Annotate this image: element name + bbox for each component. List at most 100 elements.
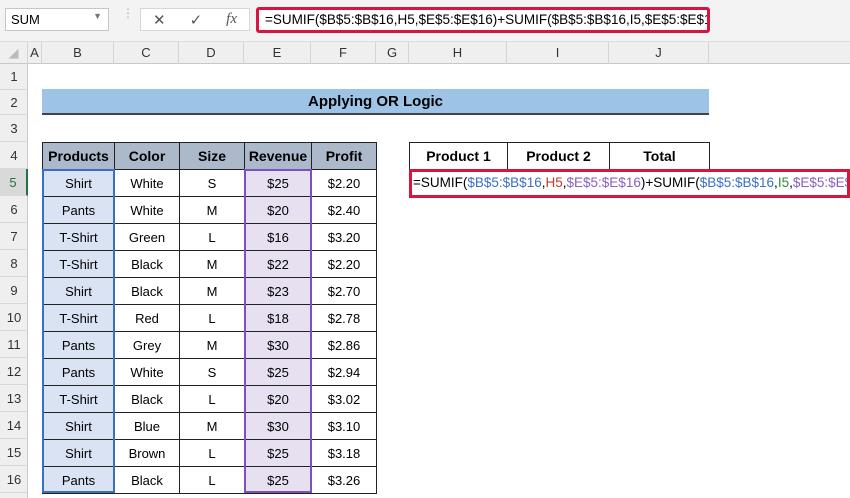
row-header-10[interactable]: 10 bbox=[0, 304, 28, 331]
column-header-I[interactable]: I bbox=[507, 42, 609, 64]
row-header-9[interactable]: 9 bbox=[0, 277, 28, 304]
column-header-H[interactable]: H bbox=[409, 42, 507, 64]
table-cell[interactable]: $2.20 bbox=[311, 169, 377, 197]
table-cell[interactable]: M bbox=[179, 250, 245, 278]
row-header-14[interactable]: 14 bbox=[0, 412, 28, 439]
insert-function-icon[interactable]: fx bbox=[226, 11, 237, 28]
table-cell[interactable]: $18 bbox=[244, 304, 312, 332]
table-cell[interactable]: Pants bbox=[42, 196, 115, 224]
table-cell[interactable]: $25 bbox=[244, 439, 312, 467]
table-cell[interactable]: $3.10 bbox=[311, 412, 377, 440]
table-cell[interactable]: T-Shirt bbox=[42, 385, 115, 413]
table-cell[interactable]: L bbox=[179, 439, 245, 467]
table-cell[interactable]: $25 bbox=[244, 358, 312, 386]
table-cell[interactable]: $2.78 bbox=[311, 304, 377, 332]
criteria-header: Product 2 bbox=[507, 142, 610, 170]
column-header-B[interactable]: B bbox=[42, 42, 114, 64]
table-header: Size bbox=[179, 142, 245, 170]
table-cell[interactable]: T-Shirt bbox=[42, 223, 115, 251]
table-cell[interactable]: $2.40 bbox=[311, 196, 377, 224]
column-header-F[interactable]: F bbox=[311, 42, 376, 64]
table-cell[interactable]: $3.20 bbox=[311, 223, 377, 251]
table-cell[interactable]: M bbox=[179, 412, 245, 440]
row-header-11[interactable]: 11 bbox=[0, 331, 28, 358]
row-header-2[interactable]: 2 bbox=[0, 90, 28, 115]
table-cell[interactable]: $25 bbox=[244, 169, 312, 197]
chevron-down-icon[interactable]: ▼ bbox=[93, 11, 102, 21]
table-cell[interactable]: White bbox=[114, 196, 180, 224]
cancel-icon[interactable]: ✕ bbox=[153, 11, 166, 29]
table-cell[interactable]: $30 bbox=[244, 331, 312, 359]
table-cell[interactable]: $22 bbox=[244, 250, 312, 278]
table-cell[interactable]: Pants bbox=[42, 358, 115, 386]
table-cell[interactable]: L bbox=[179, 385, 245, 413]
row-header-16[interactable]: 16 bbox=[0, 466, 28, 493]
table-cell[interactable]: S bbox=[179, 358, 245, 386]
row-header-8[interactable]: 8 bbox=[0, 250, 28, 277]
table-cell[interactable]: Shirt bbox=[42, 439, 115, 467]
table-cell[interactable]: $20 bbox=[244, 196, 312, 224]
table-cell[interactable]: $3.18 bbox=[311, 439, 377, 467]
row-header-1[interactable]: 1 bbox=[0, 64, 28, 90]
column-header-C[interactable]: C bbox=[114, 42, 179, 64]
row-header-13[interactable]: 13 bbox=[0, 385, 28, 412]
table-cell[interactable]: $2.86 bbox=[311, 331, 377, 359]
row-header-3[interactable]: 3 bbox=[0, 115, 28, 142]
table-cell[interactable]: L bbox=[179, 304, 245, 332]
table-cell[interactable]: Black bbox=[114, 250, 180, 278]
table-cell[interactable]: $3.26 bbox=[311, 466, 377, 494]
table-cell[interactable]: L bbox=[179, 466, 245, 494]
table-cell[interactable]: M bbox=[179, 196, 245, 224]
column-header-A[interactable]: A bbox=[28, 42, 42, 64]
column-header-J[interactable]: J bbox=[609, 42, 709, 64]
select-all-corner[interactable]: ◢ bbox=[0, 42, 28, 64]
table-cell[interactable]: Black bbox=[114, 385, 180, 413]
table-cell[interactable]: Pants bbox=[42, 331, 115, 359]
row-header-5[interactable]: 5 bbox=[0, 169, 28, 196]
table-cell[interactable]: Red bbox=[114, 304, 180, 332]
table-cell[interactable]: Black bbox=[114, 466, 180, 494]
table-cell[interactable]: $2.94 bbox=[311, 358, 377, 386]
drag-handle-icon[interactable]: ⋮ bbox=[122, 7, 134, 19]
column-header-G[interactable]: G bbox=[376, 42, 409, 64]
table-cell[interactable]: Brown bbox=[114, 439, 180, 467]
column-header-D[interactable]: D bbox=[179, 42, 244, 64]
table-cell[interactable]: Green bbox=[114, 223, 180, 251]
table-cell[interactable]: Shirt bbox=[42, 169, 115, 197]
table-cell[interactable]: $2.20 bbox=[311, 250, 377, 278]
table-cell[interactable]: Black bbox=[114, 277, 180, 305]
table-cell[interactable]: $16 bbox=[244, 223, 312, 251]
table-cell[interactable]: T-Shirt bbox=[42, 304, 115, 332]
table-cell[interactable]: $25 bbox=[244, 466, 312, 494]
table-header: Profit bbox=[311, 142, 377, 170]
table-cell[interactable]: M bbox=[179, 277, 245, 305]
name-box-value: SUM bbox=[11, 12, 40, 27]
row-header-12[interactable]: 12 bbox=[0, 358, 28, 385]
cell-edit-j5[interactable]: =SUMIF($B$5:$B$16,H5,$E$5:$E$16)+SUMIF($… bbox=[409, 169, 850, 198]
table-cell[interactable]: L bbox=[179, 223, 245, 251]
table-cell[interactable]: Blue bbox=[114, 412, 180, 440]
table-cell[interactable]: Shirt bbox=[42, 277, 115, 305]
table-cell[interactable]: T-Shirt bbox=[42, 250, 115, 278]
name-box[interactable]: SUM ▼ bbox=[5, 8, 109, 31]
table-cell[interactable]: Pants bbox=[42, 466, 115, 494]
row-header-6[interactable]: 6 bbox=[0, 196, 28, 223]
table-cell[interactable]: $20 bbox=[244, 385, 312, 413]
table-cell[interactable]: $30 bbox=[244, 412, 312, 440]
column-header-E[interactable]: E bbox=[244, 42, 311, 64]
table-cell[interactable]: $23 bbox=[244, 277, 312, 305]
row-header-4[interactable]: 4 bbox=[0, 142, 28, 169]
row-header-7[interactable]: 7 bbox=[0, 223, 28, 250]
table-cell[interactable]: Grey bbox=[114, 331, 180, 359]
table-cell[interactable]: White bbox=[114, 169, 180, 197]
table-cell[interactable]: S bbox=[179, 169, 245, 197]
table-cell[interactable]: M bbox=[179, 331, 245, 359]
table-cell[interactable]: $2.70 bbox=[311, 277, 377, 305]
table-cell[interactable]: Shirt bbox=[42, 412, 115, 440]
row-header-15[interactable]: 15 bbox=[0, 439, 28, 466]
enter-icon[interactable]: ✓ bbox=[190, 11, 203, 29]
table-cell[interactable]: White bbox=[114, 358, 180, 386]
row-headers: 1 2 3 4 5 6 7 8 9 10 11 12 13 14 15 16 bbox=[0, 64, 28, 498]
table-cell[interactable]: $3.02 bbox=[311, 385, 377, 413]
formula-bar-input[interactable]: =SUMIF($B$5:$B$16,H5,$E$5:$E$16)+SUMIF($… bbox=[256, 7, 710, 33]
